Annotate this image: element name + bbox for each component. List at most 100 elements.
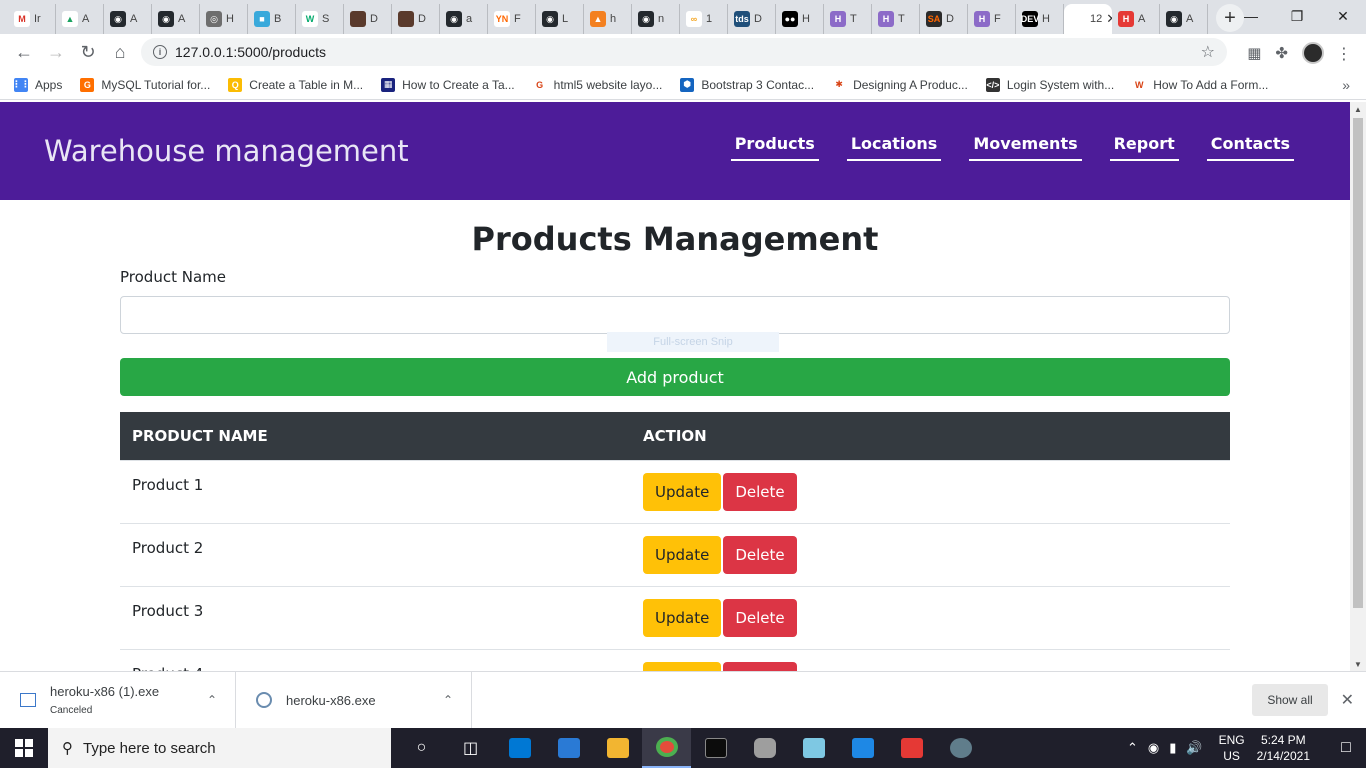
database-icon[interactable] [740, 728, 789, 768]
task-view-icon[interactable]: ◫ [446, 728, 495, 768]
chevron-up-icon[interactable]: ⌃ [443, 693, 453, 707]
update-button[interactable]: Update [643, 535, 722, 574]
browser-tab[interactable]: ◉ a [440, 4, 488, 34]
browser-tab[interactable]: WS [296, 4, 344, 34]
store-icon[interactable] [495, 728, 544, 768]
delete-button[interactable]: Delete [723, 598, 797, 637]
close-window-icon[interactable]: ✕ [1320, 0, 1366, 32]
cortana-icon[interactable]: ○ [397, 728, 446, 768]
extensions-puzzle-icon[interactable]: ✤ [1275, 44, 1288, 62]
browser-tab[interactable]: DEV H [1016, 4, 1064, 34]
browser-tab[interactable]: SA D [920, 4, 968, 34]
bookmark-item[interactable]: ⋮⋮ Apps [12, 77, 63, 92]
bookmark-item[interactable]: ▦ How to Create a Ta... [381, 77, 515, 92]
terminal-icon[interactable] [691, 728, 740, 768]
bookmarks-overflow-icon[interactable]: » [1342, 77, 1350, 93]
browser-tab[interactable]: ◉ A [1160, 4, 1208, 34]
bookmark-item[interactable]: ⬢ Bootstrap 3 Contac... [680, 77, 814, 92]
system-tray: ⌃ ◉ ▮ 🔊 ENG US 5:24 PM 2/14/2021 □ [1127, 728, 1366, 768]
add-product-button[interactable]: Add product [120, 358, 1230, 396]
app-icon[interactable] [789, 728, 838, 768]
bookmark-item[interactable]: G MySQL Tutorial for... [80, 77, 210, 92]
browser-tab[interactable]: ▲ h [584, 4, 632, 34]
browser-tab[interactable]: D [344, 4, 392, 34]
browser-tab[interactable]: M Ir [8, 4, 56, 34]
delete-button[interactable]: Delete [723, 535, 797, 574]
forward-icon[interactable]: → [40, 36, 72, 68]
browser-tab[interactable]: ∞ 1 [680, 4, 728, 34]
browser-tab[interactable]: HF [968, 4, 1016, 34]
bookmark-star-icon[interactable]: ☆ [1201, 42, 1215, 62]
paint-icon[interactable] [936, 728, 985, 768]
nav-products[interactable]: Products [730, 134, 819, 161]
reload-icon[interactable]: ↻ [72, 36, 104, 68]
mail-icon[interactable] [544, 728, 593, 768]
scroll-up-icon[interactable]: ▲ [1350, 102, 1366, 116]
download-item[interactable]: heroku-x86.exe ⌃ [236, 671, 472, 729]
back-icon[interactable]: ← [8, 36, 40, 68]
wifi-icon[interactable]: ◉ [1148, 740, 1159, 756]
browser-tab[interactable]: ◉ L [536, 4, 584, 34]
tab-title: H [1042, 13, 1050, 25]
browser-tab[interactable]: HA [1112, 4, 1160, 34]
address-bar[interactable]: i 127.0.0.1:5000/products ☆ [141, 38, 1227, 66]
browser-tab[interactable]: ■ B [248, 4, 296, 34]
nav-report[interactable]: Report [1109, 134, 1179, 161]
browser-tab[interactable]: ◎ H [200, 4, 248, 34]
browser-tab[interactable]: 12 ✕ [1064, 4, 1112, 34]
bookmark-item[interactable]: Ghtml5 website layo... [532, 77, 662, 92]
browser-tab[interactable]: ▲ A [56, 4, 104, 34]
update-button[interactable]: Update [643, 472, 722, 511]
chevron-up-icon[interactable]: ⌃ [1127, 740, 1138, 756]
browser-tab[interactable]: ◉ A [152, 4, 200, 34]
browser-tab[interactable]: ◉ n [632, 4, 680, 34]
delete-button[interactable]: Delete [723, 661, 797, 671]
page-scrollbar[interactable]: ▲ ▼ [1350, 102, 1366, 671]
home-icon[interactable]: ⌂ [104, 36, 136, 68]
site-brand[interactable]: Warehouse management [44, 134, 409, 168]
nav-contacts[interactable]: Contacts [1206, 134, 1294, 161]
language-indicator[interactable]: ENG US [1219, 732, 1245, 764]
update-button[interactable]: Update [643, 598, 722, 637]
product-name-input[interactable] [120, 296, 1230, 334]
browser-menu-icon[interactable]: ⋮ [1336, 44, 1352, 64]
minimize-icon[interactable]: — [1228, 0, 1274, 32]
browser-tab[interactable]: tds D [728, 4, 776, 34]
file-explorer-icon[interactable] [593, 728, 642, 768]
profile-avatar[interactable] [1302, 42, 1324, 64]
git-icon[interactable] [887, 728, 936, 768]
maximize-icon[interactable]: ❐ [1274, 0, 1320, 32]
bookmark-label: Apps [35, 77, 63, 92]
download-item[interactable]: heroku-x86 (1).exe Canceled ⌃ [0, 671, 236, 729]
browser-tab[interactable]: HT [824, 4, 872, 34]
browser-tab[interactable]: D [392, 4, 440, 34]
clock[interactable]: 5:24 PM 2/14/2021 [1257, 732, 1310, 764]
chevron-up-icon[interactable]: ⌃ [207, 693, 217, 707]
notification-icon[interactable]: □ [1326, 739, 1366, 757]
chrome-icon[interactable] [642, 728, 691, 768]
browser-tab[interactable]: ◉ A [104, 4, 152, 34]
show-all-button[interactable]: Show all [1252, 684, 1328, 716]
update-button[interactable]: Update [643, 661, 722, 671]
bookmark-item[interactable]: ✱ Designing A Produc... [832, 77, 968, 92]
start-button[interactable] [0, 728, 48, 768]
bookmark-item[interactable]: Q Create a Table in M... [228, 77, 363, 92]
media-icon[interactable]: ▦ [1247, 44, 1261, 62]
battery-icon[interactable]: ▮ [1169, 740, 1176, 756]
scroll-down-icon[interactable]: ▼ [1350, 657, 1366, 671]
volume-icon[interactable]: 🔊 [1186, 740, 1202, 756]
vscode-icon[interactable] [838, 728, 887, 768]
tab-title: T [850, 13, 857, 25]
taskbar-search[interactable]: ⚲ Type here to search [48, 728, 391, 768]
site-info-icon[interactable]: i [153, 45, 167, 59]
close-icon[interactable]: ✕ [1341, 690, 1354, 710]
bookmark-item[interactable]: </> Login System with... [985, 77, 1114, 92]
nav-locations[interactable]: Locations [846, 134, 942, 161]
browser-tab[interactable]: ●● H [776, 4, 824, 34]
browser-tab[interactable]: HT [872, 4, 920, 34]
nav-movements[interactable]: Movements [969, 134, 1082, 161]
scroll-thumb[interactable] [1353, 118, 1363, 608]
delete-button[interactable]: Delete [723, 472, 797, 511]
bookmark-item[interactable]: W How To Add a Form... [1132, 77, 1268, 92]
browser-tab[interactable]: YN F [488, 4, 536, 34]
